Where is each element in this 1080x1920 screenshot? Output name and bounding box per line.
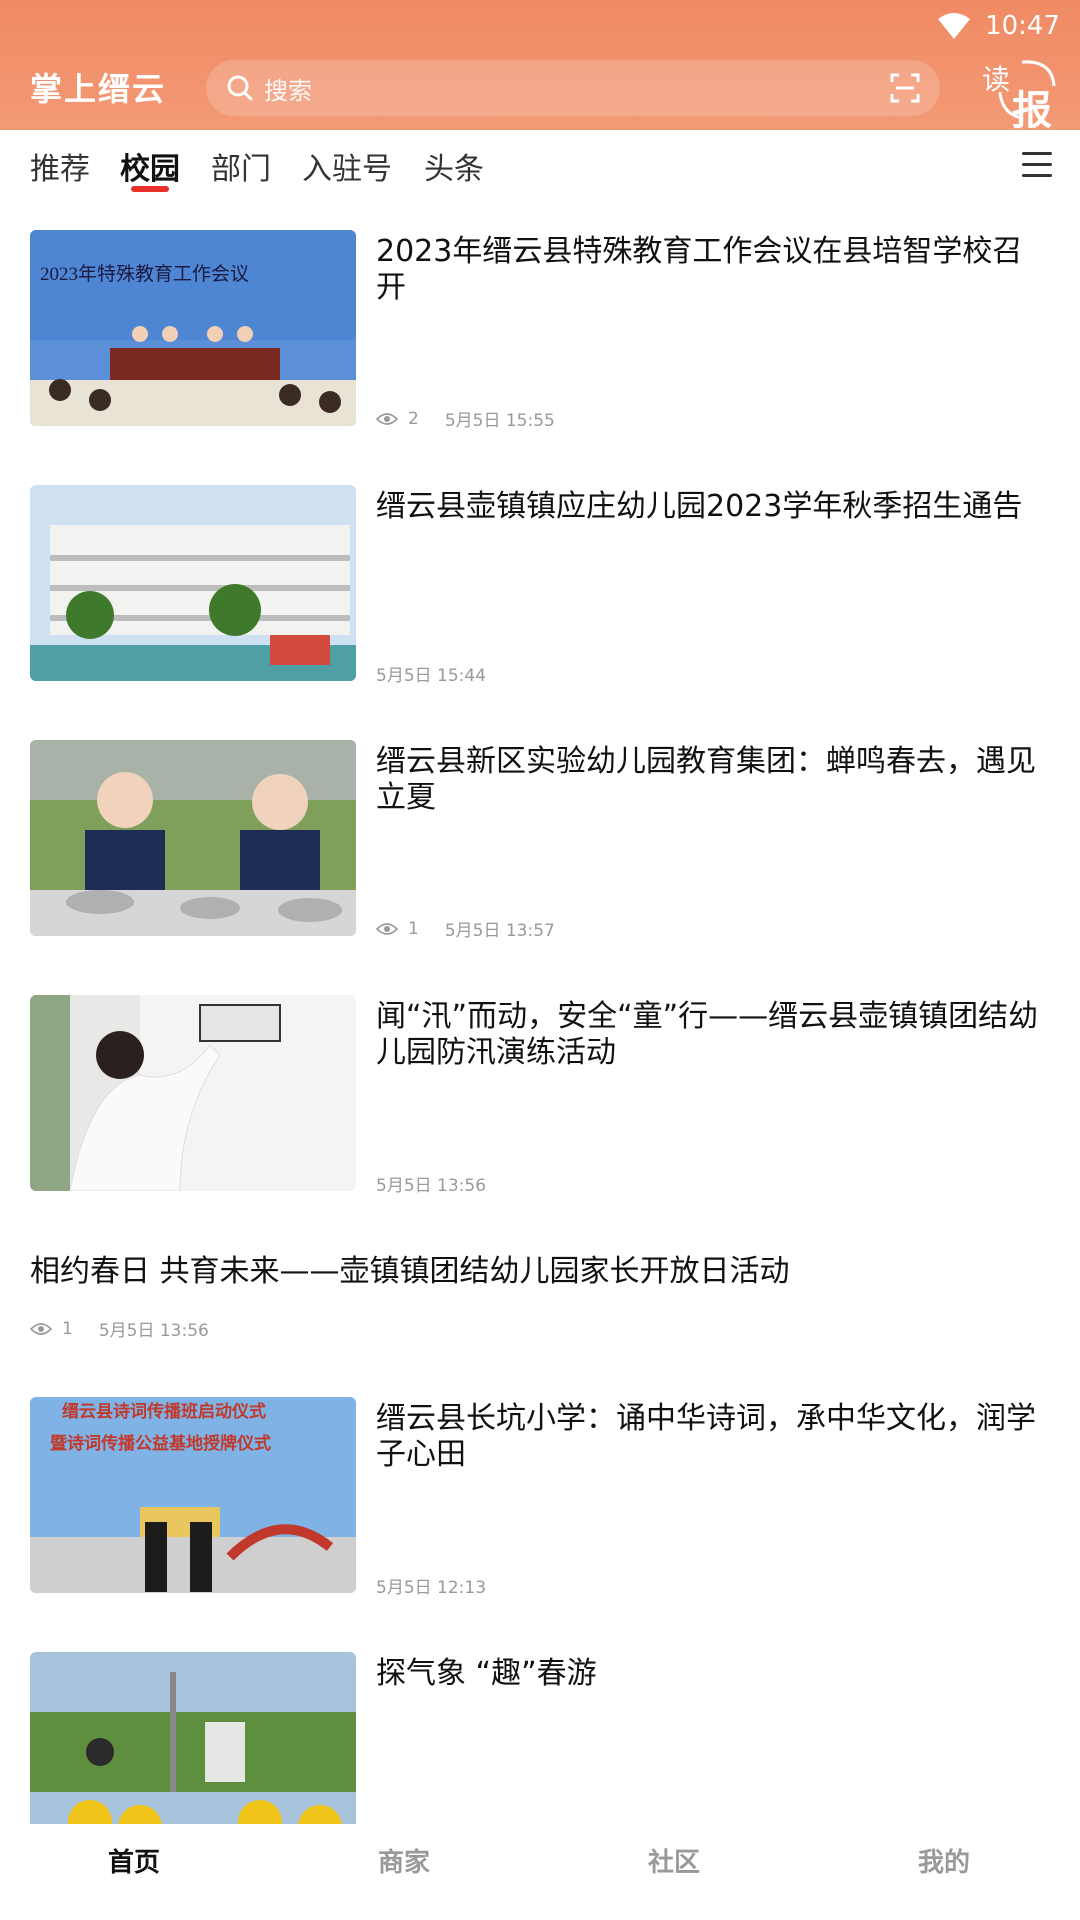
search-placeholder: 搜索 [264,76,312,105]
view-count: 2 [408,408,419,429]
news-item[interactable]: 缙云县新区实验幼儿园教育集团：蝉鸣春去，遇见立夏 1 5月5日 13:57 [0,740,1080,941]
active-tab-indicator [131,186,169,192]
publish-time: 5月5日 15:55 [444,411,555,431]
news-title[interactable]: 闻“汛”而动，安全“童”行——缙云县壶镇镇团结幼儿园防汛演练活动 [376,999,1046,1071]
news-title[interactable]: 缙云县新区实验幼儿园教育集团：蝉鸣春去，遇见立夏 [376,744,1046,816]
news-meta: 1 5月5日 13:56 [30,1316,209,1341]
wifi-icon [938,13,971,39]
status-time: 10:47 [985,11,1060,41]
thumbnail-banner-text: 缙云县诗词传播班启动仪式 [62,1401,266,1421]
tab-departments[interactable]: 部门 [211,144,271,188]
scan-icon[interactable] [890,73,920,103]
news-title[interactable]: 缙云县壶镇镇应庄幼儿园2023学年秋季招生通告 [376,489,1046,525]
tab-recommend[interactable]: 推荐 [30,144,90,188]
publish-time: 5月5日 13:56 [376,1176,487,1196]
news-title[interactable]: 探气象 “趣”春游 [376,1656,1046,1692]
nav-home[interactable]: 首页 [108,1842,160,1879]
news-item[interactable]: 闻“汛”而动，安全“童”行——缙云县壶镇镇团结幼儿园防汛演练活动 5月5日 13… [0,995,1080,1196]
eye-icon [30,1322,52,1335]
search-bar[interactable]: 搜索 [206,60,940,116]
bottom-navigation: 首页 商家 社区 我的 [0,1824,1080,1920]
news-item[interactable]: 缙云县诗词传播班启动仪式 暨诗词传播公益基地授牌仪式 缙云县长坑小学：诵中华诗词… [0,1397,1080,1598]
news-thumbnail: 2023年特殊教育工作会议 [30,230,356,426]
news-thumbnail [30,740,356,936]
eye-icon [376,922,398,935]
news-meta: 5月5日 13:56 [376,1171,486,1196]
publish-time: 5月5日 12:13 [376,1578,487,1598]
news-thumbnail [30,995,356,1191]
news-meta: 2 5月5日 15:55 [376,406,555,431]
read-paper-char-bao: 报 [1012,87,1052,134]
news-meta: 5月5日 12:13 [376,1573,486,1598]
publish-time: 5月5日 15:44 [376,666,487,686]
publish-time: 5月5日 13:57 [444,921,555,941]
tab-campus[interactable]: 校园 [120,144,180,188]
news-item[interactable]: 相约春日 共育未来——壶镇镇团结幼儿园家长开放日活动 1 5月5日 13:56 [0,1250,1080,1350]
news-thumbnail [30,1652,356,1824]
news-item[interactable]: 探气象 “趣”春游 [0,1652,1080,1824]
status-bar: 10:47 [937,8,1060,44]
news-title[interactable]: 缙云县长坑小学：诵中华诗词，承中华文化，润学子心田 [376,1401,1046,1473]
news-thumbnail [30,485,356,681]
nav-merchants[interactable]: 商家 [378,1842,430,1879]
tab-accounts[interactable]: 入驻号 [302,144,392,188]
search-icon [227,75,253,101]
nav-profile[interactable]: 我的 [918,1842,970,1879]
app-header: 10:47 掌上缙云 搜索 读 报 [0,0,1080,134]
read-paper-char-du: 读 [982,63,1011,96]
menu-icon[interactable] [1022,152,1052,178]
category-tabs: 推荐 校园 部门 入驻号 头条 [0,130,1080,202]
news-item[interactable]: 缙云县壶镇镇应庄幼儿园2023学年秋季招生通告 5月5日 15:44 [0,485,1080,686]
thumbnail-banner-subtext: 暨诗词传播公益基地授牌仪式 [50,1433,271,1453]
nav-community[interactable]: 社区 [648,1842,700,1879]
news-meta: 5月5日 15:44 [376,661,486,686]
news-meta: 1 5月5日 13:57 [376,916,555,941]
news-title[interactable]: 2023年缙云县特殊教育工作会议在县培智学校召开 [376,234,1046,306]
news-title[interactable]: 相约春日 共育未来——壶镇镇团结幼儿园家长开放日活动 [30,1254,1050,1290]
thumbnail-banner-text: 2023年特殊教育工作会议 [40,263,249,285]
publish-time: 5月5日 13:56 [98,1321,209,1341]
view-count: 1 [62,1318,73,1339]
read-paper-button[interactable]: 读 报 [982,56,1056,134]
view-count: 1 [408,918,419,939]
eye-icon [376,412,398,425]
news-thumbnail: 缙云县诗词传播班启动仪式 暨诗词传播公益基地授牌仪式 [30,1397,356,1593]
app-title: 掌上缙云 [30,70,167,108]
news-item[interactable]: 2023年特殊教育工作会议 2023年缙云县特殊教育工作会议在县培智学校召开 2… [0,230,1080,431]
tab-headlines[interactable]: 头条 [424,144,484,188]
